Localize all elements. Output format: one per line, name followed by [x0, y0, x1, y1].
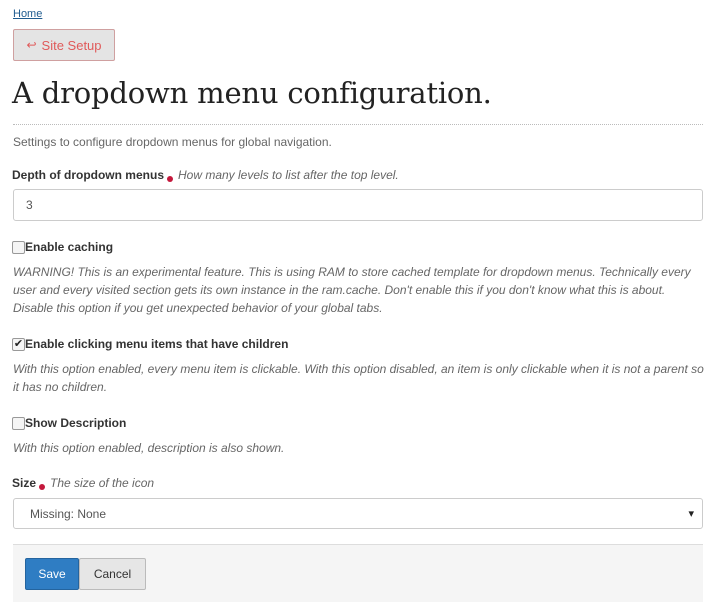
show-description-checkbox[interactable]: [12, 416, 25, 430]
enable-caching-checkbox[interactable]: [12, 240, 25, 254]
size-select[interactable]: Missing: None ▾: [13, 498, 703, 529]
enable-clicking-checkbox[interactable]: ✔: [12, 337, 25, 351]
depth-label: Depth of dropdown menus: [12, 168, 164, 182]
save-button[interactable]: Save: [25, 558, 79, 590]
enable-caching-label[interactable]: Enable caching: [25, 240, 113, 254]
required-icon: [39, 484, 46, 490]
size-field-header: Size The size of the icon: [12, 474, 154, 492]
size-label: Size: [12, 476, 37, 490]
depth-field-header: Depth of dropdown menus How many levels t…: [12, 166, 399, 184]
enable-caching-help: WARNING! This is an experimental feature…: [13, 265, 691, 315]
return-arrow-icon: ↩: [26, 38, 37, 52]
required-icon: [167, 176, 173, 182]
chevron-down-icon: ▾: [688, 508, 694, 520]
page-title: A dropdown menu configuration.: [12, 76, 492, 110]
show-description-row[interactable]: Show Description: [12, 416, 126, 430]
enable-clicking-row[interactable]: ✔ Enable clicking menu items that have c…: [12, 337, 288, 351]
title-divider: [13, 124, 703, 125]
size-help: The size of the icon: [50, 476, 155, 490]
breadcrumb-home-link[interactable]: Home: [13, 8, 42, 20]
depth-help: How many levels to list after the top le…: [178, 168, 399, 182]
size-selected-value: Missing: None: [30, 506, 107, 521]
page-description: Settings to configure dropdown menus for…: [13, 135, 332, 149]
enable-clicking-help: With this option enabled, every menu ite…: [13, 362, 704, 394]
enable-caching-row[interactable]: Enable caching: [12, 240, 113, 254]
show-description-help: With this option enabled, description is…: [13, 441, 285, 455]
checkmark-icon: ✔: [13, 337, 24, 350]
page: Home ↩ Site Setup A dropdown menu config…: [0, 0, 718, 602]
form-actions: Save Cancel: [13, 544, 703, 602]
depth-input[interactable]: [13, 189, 703, 221]
site-setup-button[interactable]: ↩ Site Setup: [13, 29, 115, 61]
show-description-label[interactable]: Show Description: [25, 416, 126, 430]
site-setup-label: Site Setup: [41, 37, 102, 53]
enable-clicking-label[interactable]: Enable clicking menu items that have chi…: [25, 337, 288, 351]
cancel-button[interactable]: Cancel: [79, 558, 146, 590]
